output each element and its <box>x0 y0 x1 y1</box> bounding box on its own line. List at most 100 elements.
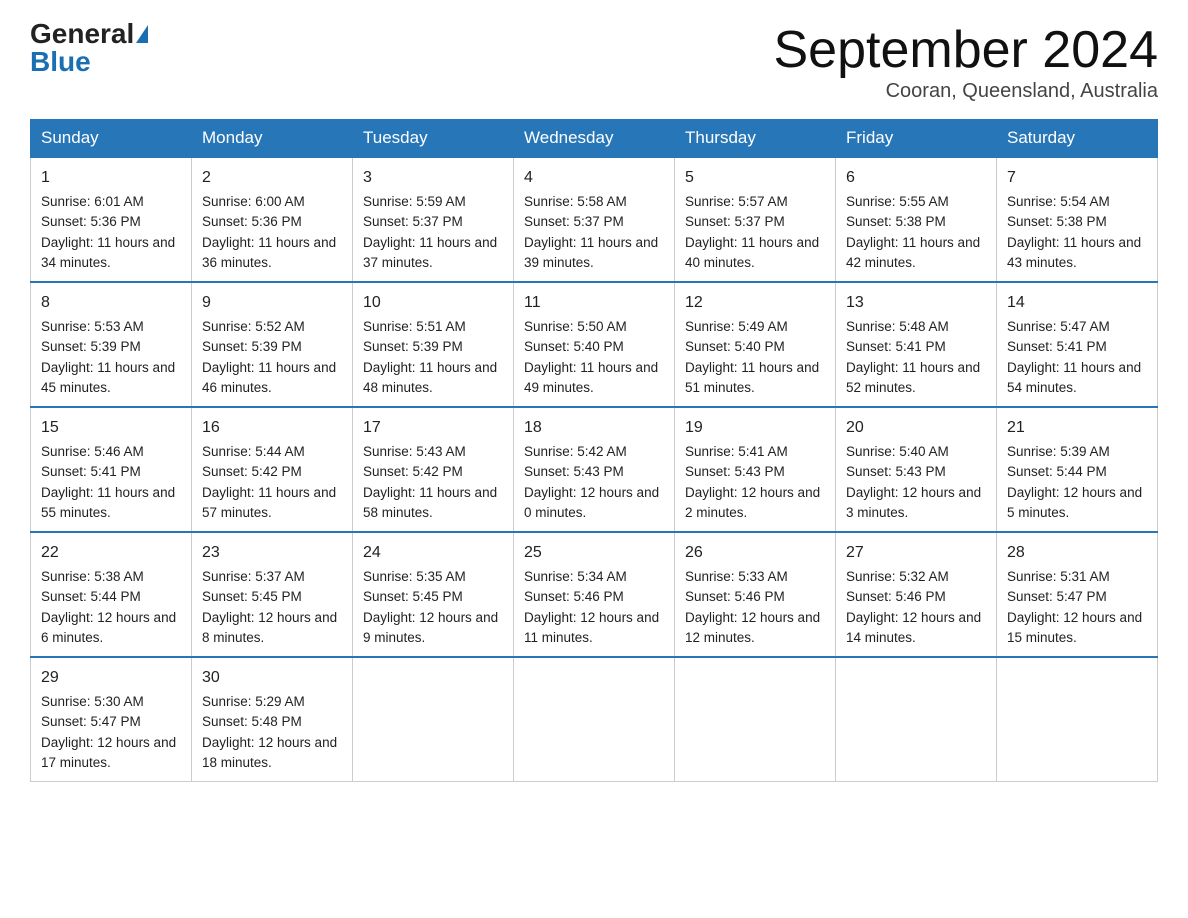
daylight-info: Daylight: 12 hours and 18 minutes. <box>202 733 342 774</box>
calendar-header-sunday: Sunday <box>31 120 192 158</box>
daylight-info: Daylight: 11 hours and 55 minutes. <box>41 483 181 524</box>
calendar-cell: 15Sunrise: 5:46 AMSunset: 5:41 PMDayligh… <box>31 407 192 532</box>
day-number: 21 <box>1007 416 1147 440</box>
sunrise-info: Sunrise: 5:52 AM <box>202 317 342 337</box>
calendar-week-row: 29Sunrise: 5:30 AMSunset: 5:47 PMDayligh… <box>31 657 1158 782</box>
calendar-cell: 2Sunrise: 6:00 AMSunset: 5:36 PMDaylight… <box>192 157 353 282</box>
day-number: 26 <box>685 541 825 565</box>
sunset-info: Sunset: 5:46 PM <box>846 587 986 607</box>
daylight-info: Daylight: 12 hours and 8 minutes. <box>202 608 342 649</box>
sunrise-info: Sunrise: 5:41 AM <box>685 442 825 462</box>
sunset-info: Sunset: 5:47 PM <box>1007 587 1147 607</box>
calendar-cell: 6Sunrise: 5:55 AMSunset: 5:38 PMDaylight… <box>836 157 997 282</box>
sunset-info: Sunset: 5:43 PM <box>846 462 986 482</box>
day-number: 5 <box>685 166 825 190</box>
daylight-info: Daylight: 11 hours and 54 minutes. <box>1007 358 1147 399</box>
title-area: September 2024 Cooran, Queensland, Austr… <box>774 20 1159 103</box>
sunrise-info: Sunrise: 5:55 AM <box>846 192 986 212</box>
day-number: 25 <box>524 541 664 565</box>
sunrise-info: Sunrise: 5:38 AM <box>41 567 181 587</box>
day-number: 4 <box>524 166 664 190</box>
month-title: September 2024 <box>774 20 1159 80</box>
day-number: 30 <box>202 666 342 690</box>
sunrise-info: Sunrise: 5:50 AM <box>524 317 664 337</box>
daylight-info: Daylight: 11 hours and 57 minutes. <box>202 483 342 524</box>
sunset-info: Sunset: 5:37 PM <box>524 212 664 232</box>
day-number: 15 <box>41 416 181 440</box>
location-subtitle: Cooran, Queensland, Australia <box>774 80 1159 103</box>
sunrise-info: Sunrise: 5:49 AM <box>685 317 825 337</box>
logo-triangle-icon <box>136 25 148 43</box>
sunrise-info: Sunrise: 5:33 AM <box>685 567 825 587</box>
calendar-cell: 7Sunrise: 5:54 AMSunset: 5:38 PMDaylight… <box>997 157 1158 282</box>
calendar-week-row: 1Sunrise: 6:01 AMSunset: 5:36 PMDaylight… <box>31 157 1158 282</box>
daylight-info: Daylight: 11 hours and 36 minutes. <box>202 233 342 274</box>
sunrise-info: Sunrise: 5:30 AM <box>41 692 181 712</box>
daylight-info: Daylight: 12 hours and 5 minutes. <box>1007 483 1147 524</box>
day-number: 7 <box>1007 166 1147 190</box>
sunset-info: Sunset: 5:48 PM <box>202 712 342 732</box>
daylight-info: Daylight: 11 hours and 42 minutes. <box>846 233 986 274</box>
day-number: 24 <box>363 541 503 565</box>
calendar-cell: 19Sunrise: 5:41 AMSunset: 5:43 PMDayligh… <box>675 407 836 532</box>
calendar-cell: 18Sunrise: 5:42 AMSunset: 5:43 PMDayligh… <box>514 407 675 532</box>
sunset-info: Sunset: 5:37 PM <box>685 212 825 232</box>
sunset-info: Sunset: 5:38 PM <box>846 212 986 232</box>
sunset-info: Sunset: 5:41 PM <box>846 337 986 357</box>
calendar-cell <box>514 657 675 782</box>
daylight-info: Daylight: 12 hours and 15 minutes. <box>1007 608 1147 649</box>
sunset-info: Sunset: 5:37 PM <box>363 212 503 232</box>
logo-general-text: General <box>30 20 134 48</box>
daylight-info: Daylight: 12 hours and 2 minutes. <box>685 483 825 524</box>
calendar-cell: 10Sunrise: 5:51 AMSunset: 5:39 PMDayligh… <box>353 282 514 407</box>
calendar-cell <box>353 657 514 782</box>
day-number: 16 <box>202 416 342 440</box>
calendar-cell: 22Sunrise: 5:38 AMSunset: 5:44 PMDayligh… <box>31 532 192 657</box>
sunset-info: Sunset: 5:45 PM <box>202 587 342 607</box>
daylight-info: Daylight: 12 hours and 17 minutes. <box>41 733 181 774</box>
sunset-info: Sunset: 5:36 PM <box>41 212 181 232</box>
sunrise-info: Sunrise: 5:47 AM <box>1007 317 1147 337</box>
calendar-cell: 28Sunrise: 5:31 AMSunset: 5:47 PMDayligh… <box>997 532 1158 657</box>
sunset-info: Sunset: 5:43 PM <box>685 462 825 482</box>
calendar-week-row: 8Sunrise: 5:53 AMSunset: 5:39 PMDaylight… <box>31 282 1158 407</box>
day-number: 27 <box>846 541 986 565</box>
sunrise-info: Sunrise: 5:58 AM <box>524 192 664 212</box>
calendar-header-wednesday: Wednesday <box>514 120 675 158</box>
calendar-week-row: 15Sunrise: 5:46 AMSunset: 5:41 PMDayligh… <box>31 407 1158 532</box>
calendar-cell: 3Sunrise: 5:59 AMSunset: 5:37 PMDaylight… <box>353 157 514 282</box>
daylight-info: Daylight: 11 hours and 39 minutes. <box>524 233 664 274</box>
sunrise-info: Sunrise: 5:32 AM <box>846 567 986 587</box>
logo: General Blue <box>30 20 148 76</box>
calendar-week-row: 22Sunrise: 5:38 AMSunset: 5:44 PMDayligh… <box>31 532 1158 657</box>
daylight-info: Daylight: 11 hours and 37 minutes. <box>363 233 503 274</box>
sunrise-info: Sunrise: 5:53 AM <box>41 317 181 337</box>
sunset-info: Sunset: 5:36 PM <box>202 212 342 232</box>
calendar-cell: 1Sunrise: 6:01 AMSunset: 5:36 PMDaylight… <box>31 157 192 282</box>
sunrise-info: Sunrise: 5:29 AM <box>202 692 342 712</box>
logo-blue-text: Blue <box>30 48 91 76</box>
calendar-header-saturday: Saturday <box>997 120 1158 158</box>
calendar-header-tuesday: Tuesday <box>353 120 514 158</box>
sunset-info: Sunset: 5:45 PM <box>363 587 503 607</box>
sunrise-info: Sunrise: 5:46 AM <box>41 442 181 462</box>
sunset-info: Sunset: 5:40 PM <box>524 337 664 357</box>
calendar-cell <box>675 657 836 782</box>
calendar-cell: 24Sunrise: 5:35 AMSunset: 5:45 PMDayligh… <box>353 532 514 657</box>
sunrise-info: Sunrise: 5:48 AM <box>846 317 986 337</box>
daylight-info: Daylight: 11 hours and 51 minutes. <box>685 358 825 399</box>
sunrise-info: Sunrise: 5:54 AM <box>1007 192 1147 212</box>
sunset-info: Sunset: 5:44 PM <box>1007 462 1147 482</box>
calendar-cell: 11Sunrise: 5:50 AMSunset: 5:40 PMDayligh… <box>514 282 675 407</box>
daylight-info: Daylight: 11 hours and 49 minutes. <box>524 358 664 399</box>
day-number: 12 <box>685 291 825 315</box>
calendar-cell: 17Sunrise: 5:43 AMSunset: 5:42 PMDayligh… <box>353 407 514 532</box>
sunset-info: Sunset: 5:38 PM <box>1007 212 1147 232</box>
calendar-cell: 21Sunrise: 5:39 AMSunset: 5:44 PMDayligh… <box>997 407 1158 532</box>
day-number: 23 <box>202 541 342 565</box>
day-number: 28 <box>1007 541 1147 565</box>
sunset-info: Sunset: 5:47 PM <box>41 712 181 732</box>
daylight-info: Daylight: 12 hours and 11 minutes. <box>524 608 664 649</box>
calendar-cell: 8Sunrise: 5:53 AMSunset: 5:39 PMDaylight… <box>31 282 192 407</box>
day-number: 19 <box>685 416 825 440</box>
